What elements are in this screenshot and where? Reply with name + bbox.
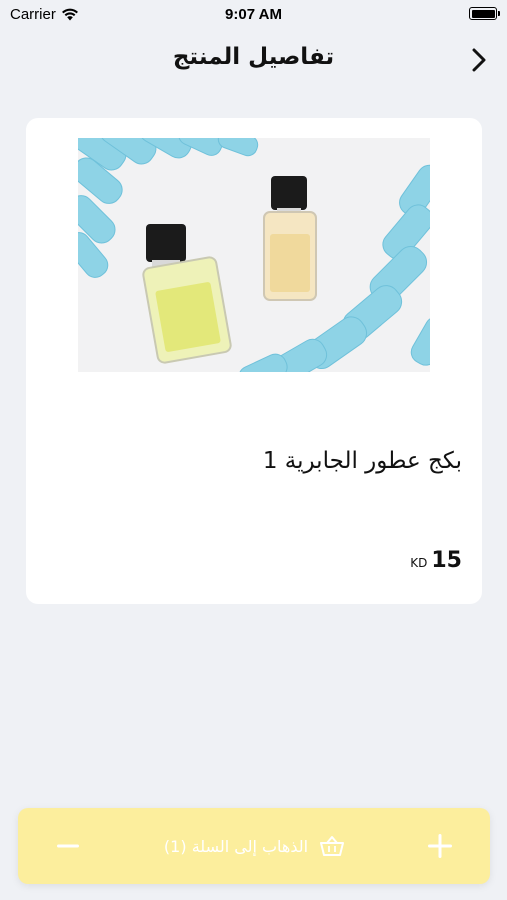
back-button[interactable] [467, 46, 491, 74]
cart-bar: الذهاب إلى السلة (1) [18, 808, 490, 884]
basket-icon [320, 836, 345, 856]
go-to-cart-label: الذهاب إلى السلة (1) [163, 836, 309, 856]
status-time: 9:07 AM [225, 6, 282, 23]
product-card: بكج عطور الجابرية 1 KD 15 [26, 118, 482, 604]
perfume-photo [78, 138, 430, 372]
go-to-cart-button[interactable]: الذهاب إلى السلة (1) [138, 808, 370, 884]
price-currency: KD [410, 556, 428, 570]
product-image[interactable] [78, 138, 430, 372]
battery-icon [469, 7, 500, 20]
product-name: بكج عطور الجابرية 1 [262, 448, 462, 474]
price-amount: 15 [431, 548, 462, 573]
increase-quantity-button[interactable] [410, 808, 470, 884]
decrease-quantity-button[interactable] [38, 808, 98, 884]
page-title: تفاصيل المنتج [172, 44, 335, 70]
chevron-right-icon [472, 48, 486, 72]
minus-icon [57, 844, 79, 848]
plus-icon [428, 834, 452, 858]
product-price: KD 15 [410, 548, 462, 573]
status-bar: Carrier 9:07 AM [0, 0, 507, 28]
